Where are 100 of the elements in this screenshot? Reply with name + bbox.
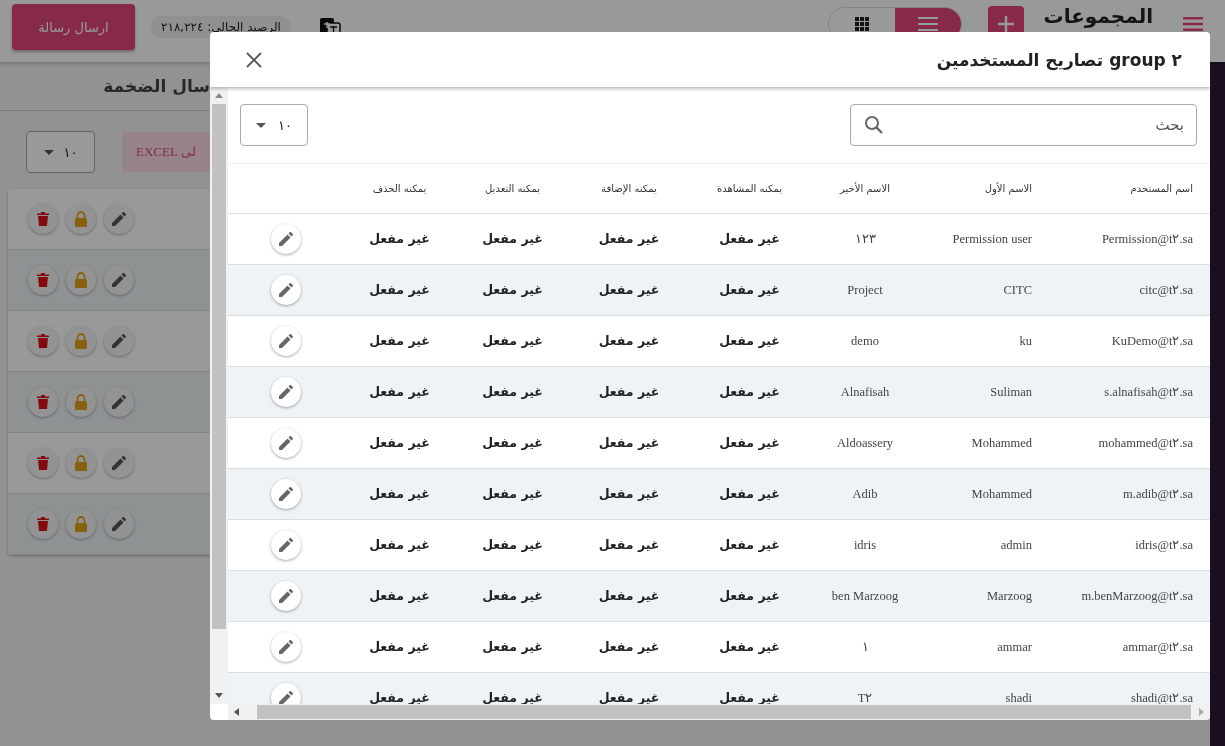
scroll-down-icon[interactable] xyxy=(215,693,223,698)
permission-status: غير مفعل xyxy=(598,588,660,603)
permission-status: غير مفعل xyxy=(598,435,660,450)
pencil-icon xyxy=(278,334,293,348)
column-header: الاسم الأول xyxy=(984,183,1032,194)
permission-status: غير مفعل xyxy=(598,282,660,297)
trash-icon xyxy=(37,456,49,470)
trash-icon xyxy=(37,273,49,287)
delete-button[interactable] xyxy=(28,204,58,234)
pencil-icon xyxy=(278,589,293,603)
edit-button[interactable] xyxy=(104,509,134,539)
permission-status: غير مفعل xyxy=(369,231,430,246)
first-name-cell: admin xyxy=(1000,538,1032,552)
edit-button[interactable] xyxy=(104,387,134,417)
permission-status: غير مفعل xyxy=(482,588,543,603)
username-cell: KuDemo@t٢.sa xyxy=(1111,334,1193,348)
edit-button[interactable] xyxy=(270,479,301,509)
lock-icon xyxy=(74,455,88,471)
menu-icon[interactable] xyxy=(1183,17,1203,31)
page-size-select[interactable]: ١٠ xyxy=(26,131,95,173)
pencil-icon xyxy=(278,538,293,552)
column-header: يمكنه التعديل xyxy=(485,183,540,194)
first-name-cell: ku xyxy=(1019,334,1032,348)
delete-button[interactable] xyxy=(28,326,58,356)
edit-button[interactable] xyxy=(104,265,134,295)
pencil-icon xyxy=(278,385,293,399)
trash-icon xyxy=(37,517,49,531)
vertical-scrollbar[interactable] xyxy=(210,87,228,704)
permission-status: غير مفعل xyxy=(598,639,660,654)
edit-button[interactable] xyxy=(270,377,301,407)
permission-status: غير مفعل xyxy=(482,486,543,501)
permission-status: غير مفعل xyxy=(482,231,543,246)
permission-status: غير مفعل xyxy=(598,537,660,552)
first-name-cell: ammar xyxy=(997,640,1032,654)
pencil-icon xyxy=(278,487,293,501)
username-cell: citc@t٢.sa xyxy=(1139,283,1193,297)
username-cell: Permission@t٢.sa xyxy=(1101,232,1193,246)
permission-status: غير مفعل xyxy=(719,333,780,348)
lock-icon xyxy=(74,333,88,349)
edit-button[interactable] xyxy=(270,326,301,356)
delete-button[interactable] xyxy=(28,265,58,295)
permission-status: غير مفعل xyxy=(598,486,660,501)
caret-icon xyxy=(256,122,266,128)
trash-icon xyxy=(37,334,49,348)
column-header: يمكنه الإضافة xyxy=(601,183,657,194)
permission-status: غير مفعل xyxy=(369,282,430,297)
pencil-icon xyxy=(278,640,293,654)
edit-button[interactable] xyxy=(270,428,301,458)
permission-status: غير مفعل xyxy=(369,384,430,399)
last-name-cell: demo xyxy=(851,334,879,348)
edit-button[interactable] xyxy=(270,632,301,662)
permission-status: غير مفعل xyxy=(369,333,430,348)
page-title: المجموعات xyxy=(1043,4,1153,28)
delete-button[interactable] xyxy=(28,448,58,478)
permission-status: غير مفعل xyxy=(598,333,660,348)
first-name-cell: Mohammed xyxy=(971,436,1032,450)
search-field[interactable]: بحث xyxy=(850,104,1197,146)
edit-button[interactable] xyxy=(104,326,134,356)
first-name-cell: Mohammed xyxy=(971,487,1032,501)
last-name-cell: Project xyxy=(847,283,883,297)
first-name-cell: CITC xyxy=(1003,283,1032,297)
permission-status: غير مفعل xyxy=(719,588,780,603)
first-name-cell: Marzoog xyxy=(986,589,1032,603)
last-name-cell: idris xyxy=(853,538,877,552)
horizontal-scrollbar[interactable] xyxy=(228,704,1210,720)
close-icon[interactable] xyxy=(246,51,262,68)
search-icon xyxy=(864,115,884,135)
pencil-icon xyxy=(278,436,293,450)
username-cell: ammar@t٢.sa xyxy=(1122,640,1193,654)
edit-button[interactable] xyxy=(270,275,301,305)
first-name-cell: Permission user xyxy=(952,232,1032,246)
username-cell: mohammed@t٢.sa xyxy=(1098,436,1193,450)
column-header: يمكنه الحذف xyxy=(372,183,427,194)
permission-status: غير مفعل xyxy=(719,231,780,246)
edit-button[interactable] xyxy=(270,683,301,704)
scroll-left-icon[interactable] xyxy=(234,708,239,716)
pencil-icon xyxy=(112,517,126,531)
permission-status: غير مفعل xyxy=(719,435,780,450)
permission-status: غير مفعل xyxy=(369,486,430,501)
page-size-select[interactable]: ١٠ xyxy=(240,104,308,146)
delete-button[interactable] xyxy=(28,387,58,417)
edit-button[interactable] xyxy=(104,204,134,234)
edit-button[interactable] xyxy=(270,224,301,254)
column-header: اسم المستخدم xyxy=(1130,183,1193,194)
trash-icon xyxy=(37,395,49,409)
lock-icon xyxy=(74,272,88,288)
edit-button[interactable] xyxy=(270,581,301,611)
permission-status: غير مفعل xyxy=(482,639,543,654)
lock-icon xyxy=(74,394,88,410)
permission-status: غير مفعل xyxy=(482,537,543,552)
last-name-cell: ben Marzoog xyxy=(831,589,899,603)
scroll-up-icon[interactable] xyxy=(215,93,223,98)
pencil-icon xyxy=(278,232,293,246)
permission-status: غير مفعل xyxy=(482,435,543,450)
last-name-cell: T٢ xyxy=(857,691,873,704)
edit-button[interactable] xyxy=(104,448,134,478)
lock-icon xyxy=(74,516,88,532)
delete-button[interactable] xyxy=(28,509,58,539)
pencil-icon xyxy=(278,283,293,297)
edit-button[interactable] xyxy=(270,530,301,560)
